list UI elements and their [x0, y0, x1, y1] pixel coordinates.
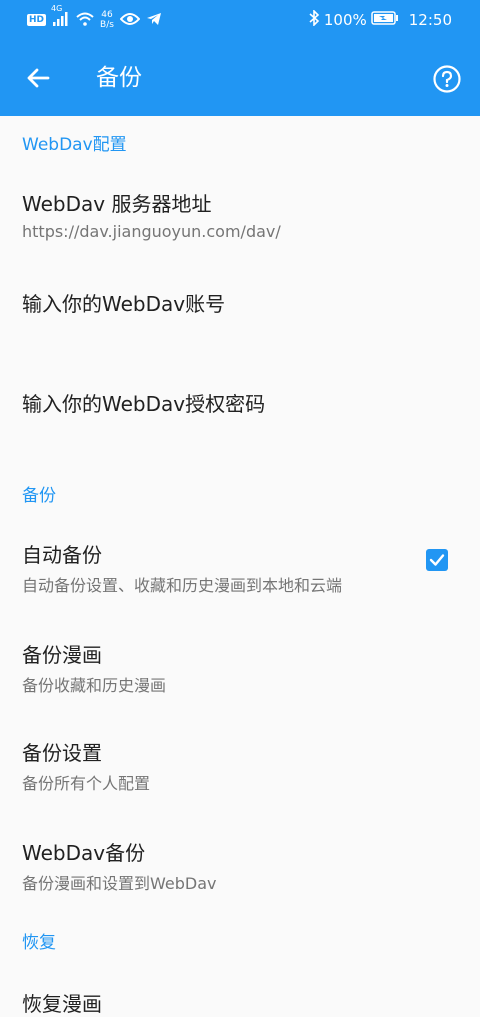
battery-percent: 100% — [323, 11, 367, 29]
pref-summary: 备份所有个人配置 — [22, 774, 151, 793]
pref-summary: https://dav.jianguoyun.com/dav/ — [22, 222, 281, 241]
bluetooth-icon — [308, 9, 320, 30]
eye-icon — [119, 11, 141, 30]
status-right: 100% 12:50 — [308, 8, 452, 32]
pref-title: 自动备份 — [22, 543, 102, 567]
pref-title: 备份设置 — [22, 741, 102, 765]
signal-icon: 4G — [51, 4, 70, 30]
pref-summary: 自动备份设置、收藏和历史漫画到本地和云端 — [22, 576, 343, 595]
pref-summary: 备份漫画和设置到WebDav — [22, 874, 217, 893]
page-title: 备份 — [96, 65, 142, 91]
wifi-icon — [76, 11, 94, 30]
hd-badge: HD — [27, 14, 47, 26]
help-button[interactable] — [432, 64, 462, 94]
section-header-backup: 备份 — [22, 486, 56, 506]
pref-restore-comic[interactable]: 恢复漫画 — [0, 971, 480, 1016]
pref-webdav-backup[interactable]: WebDav备份 备份漫画和设置到WebDav — [0, 820, 480, 904]
net-speed-unit: B/s — [100, 20, 114, 30]
app-bar: 备份 — [0, 40, 480, 116]
pref-title: WebDav备份 — [22, 841, 146, 865]
status-left: HD 4G 46 B/s — [27, 4, 162, 32]
clock: 12:50 — [408, 11, 452, 29]
pref-webdav-password[interactable]: 输入你的WebDav授权密码 — [0, 366, 480, 446]
help-icon — [433, 65, 461, 93]
pref-title: 输入你的WebDav授权密码 — [22, 392, 266, 416]
network-type: 4G — [51, 3, 63, 13]
back-button[interactable] — [22, 62, 54, 94]
back-arrow-icon — [27, 68, 50, 88]
status-bar: HD 4G 46 B/s 100% 12:50 — [0, 0, 480, 40]
pref-title: 输入你的WebDav账号 — [22, 292, 226, 316]
pref-backup-comic[interactable]: 备份漫画 备份收藏和历史漫画 — [0, 622, 480, 706]
section-header-restore: 恢复 — [22, 933, 56, 953]
pref-title: 备份漫画 — [22, 643, 102, 667]
section-header-webdav: WebDav配置 — [22, 135, 127, 155]
net-speed: 46 B/s — [100, 10, 114, 30]
net-speed-value: 46 — [101, 10, 113, 20]
pref-backup-settings[interactable]: 备份设置 备份所有个人配置 — [0, 720, 480, 804]
pref-summary: 备份收藏和历史漫画 — [22, 676, 167, 695]
pref-webdav-server[interactable]: WebDav 服务器地址 https://dav.jianguoyun.com/… — [0, 172, 480, 256]
telegram-icon — [146, 11, 162, 30]
pref-title: WebDav 服务器地址 — [22, 192, 212, 216]
battery-icon — [371, 11, 399, 29]
pref-webdav-account[interactable]: 输入你的WebDav账号 — [0, 266, 480, 346]
check-icon — [429, 554, 445, 566]
pref-auto-backup[interactable]: 自动备份 自动备份设置、收藏和历史漫画到本地和云端 — [0, 522, 480, 606]
auto-backup-checkbox[interactable] — [426, 549, 448, 571]
